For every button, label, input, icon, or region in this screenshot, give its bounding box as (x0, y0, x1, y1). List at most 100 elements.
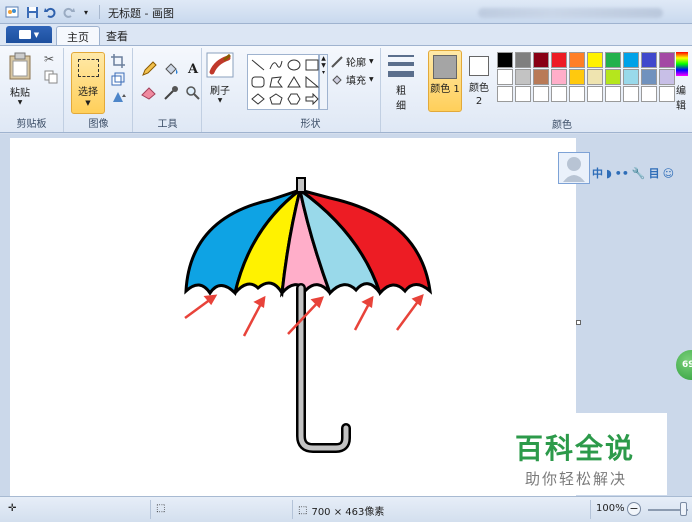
color-swatch[interactable] (587, 86, 603, 102)
undo-icon[interactable] (42, 4, 58, 20)
right-arrow-shape-icon[interactable] (304, 91, 320, 106)
paste-button[interactable]: 粘贴 ▼ (8, 52, 32, 106)
ime-bar: 中 ◗ •• 🔧 目 ☺ (592, 164, 674, 182)
color-swatch[interactable] (533, 69, 549, 85)
zoom-out-button[interactable]: − (627, 502, 641, 516)
color-swatch[interactable] (659, 52, 675, 68)
color-swatch[interactable] (569, 69, 585, 85)
color-swatch[interactable] (569, 86, 585, 102)
color-swatch[interactable] (659, 69, 675, 85)
divider (150, 500, 151, 519)
color-swatch[interactable] (641, 52, 657, 68)
color-swatch[interactable] (497, 86, 513, 102)
shapes-scroll-icon[interactable]: ▲ ▼ ▾ (319, 54, 328, 110)
color-swatch[interactable] (515, 52, 531, 68)
selection-size-icon: ⬚ (156, 503, 166, 514)
ime-smile-icon[interactable]: ☺ (663, 167, 674, 180)
color-swatch[interactable] (587, 69, 603, 85)
drawing-canvas[interactable] (10, 138, 576, 496)
watermark-title: 百科全说 (515, 432, 636, 465)
color-swatch[interactable] (515, 86, 531, 102)
shapes-group: ▲ ▼ ▾ 轮廓 ▼ 填充 ▼ 形状 (241, 48, 381, 132)
blurred-title-area (478, 8, 663, 18)
canvas-resize-handle[interactable] (576, 320, 581, 325)
color-swatch[interactable] (551, 69, 567, 85)
ime-chinese-icon[interactable]: 中 (592, 165, 603, 181)
edit-colors-button[interactable]: 编辑 (676, 52, 692, 112)
ime-wrench-icon[interactable]: 🔧 (632, 167, 646, 180)
fill-button[interactable]: 填充 ▼ (331, 72, 374, 87)
select-button[interactable]: 选择 ▼ (71, 52, 105, 114)
oval-shape-icon[interactable] (286, 57, 302, 72)
clipboard-icon (9, 52, 31, 80)
color2-button[interactable]: 颜色 2 (466, 50, 492, 112)
avatar[interactable] (558, 152, 590, 184)
ime-punct-icon[interactable]: •• (615, 167, 629, 180)
menu-icon (18, 30, 31, 39)
paste-label: 粘贴 (10, 88, 30, 99)
color-swatch[interactable] (533, 86, 549, 102)
diamond-shape-icon[interactable] (250, 91, 266, 106)
file-menu-button[interactable]: ▼ (6, 26, 52, 43)
color-swatch[interactable] (605, 86, 621, 102)
ime-doc-icon[interactable]: 目 (649, 165, 660, 181)
text-icon[interactable]: A (184, 60, 202, 78)
fill-bucket-icon[interactable] (162, 60, 180, 78)
line-shape-icon[interactable] (250, 57, 266, 72)
color-swatch[interactable] (569, 52, 585, 68)
color-swatch[interactable] (497, 69, 513, 85)
redo-icon[interactable] (60, 4, 76, 20)
crop-icon[interactable] (111, 54, 127, 70)
color-swatch[interactable] (641, 86, 657, 102)
tool-grid: A (140, 60, 202, 102)
fill-icon (332, 74, 342, 85)
size-button[interactable]: 粗细 (387, 52, 415, 112)
pencil-icon[interactable] (140, 60, 158, 78)
brushes-button[interactable]: 刷子 ▼ (206, 52, 234, 104)
color1-button[interactable]: 颜色 1 (428, 50, 462, 112)
color-swatch[interactable] (623, 69, 639, 85)
pentagon-shape-icon[interactable] (268, 91, 284, 106)
floating-badge[interactable]: 69 (676, 350, 692, 380)
color-swatch[interactable] (623, 86, 639, 102)
triangle-shape-icon[interactable] (286, 74, 302, 89)
watermark-subtitle: 助你轻松解决 (525, 470, 628, 488)
rectangle-shape-icon[interactable] (304, 57, 320, 72)
magnifier-icon[interactable] (184, 84, 202, 102)
color-swatch[interactable] (659, 86, 675, 102)
resize-icon[interactable] (111, 72, 127, 88)
eraser-icon[interactable] (140, 84, 158, 102)
color-swatch[interactable] (551, 52, 567, 68)
color-swatch[interactable] (605, 69, 621, 85)
save-icon[interactable] (24, 4, 40, 20)
outline-label: 轮廓 (346, 58, 366, 69)
polygon-shape-icon[interactable] (268, 74, 284, 89)
paint-app-icon[interactable] (5, 5, 19, 19)
tab-view[interactable]: 查看 (96, 26, 138, 45)
rotate-icon[interactable] (111, 90, 127, 106)
curve-shape-icon[interactable] (268, 57, 284, 72)
cut-icon[interactable]: ✂ (44, 52, 60, 68)
customize-toolbar-icon[interactable]: ▾ (78, 4, 94, 20)
outline-button[interactable]: 轮廓 ▼ (331, 54, 374, 69)
color-swatch[interactable] (605, 52, 621, 68)
color-swatch[interactable] (533, 52, 549, 68)
color-swatch[interactable] (515, 69, 531, 85)
right-triangle-shape-icon[interactable] (304, 74, 320, 89)
copy-icon[interactable] (44, 70, 60, 86)
color-picker-icon[interactable] (162, 84, 180, 102)
color-swatch[interactable] (623, 52, 639, 68)
color-swatch[interactable] (551, 86, 567, 102)
ime-moon-icon[interactable]: ◗ (606, 167, 612, 180)
divider (590, 500, 591, 519)
rounded-rectangle-shape-icon[interactable] (250, 74, 266, 89)
tab-home[interactable]: 主页 (56, 26, 100, 45)
chevron-down-icon: ▼ (369, 58, 374, 65)
status-bar: ✛ ⬚ ⬚ 700 × 463像素 100% − (0, 496, 692, 522)
color-swatch[interactable] (641, 69, 657, 85)
color-swatch[interactable] (587, 52, 603, 68)
title-bar: ▾ 无标题 - 画图 (0, 0, 692, 24)
zoom-slider-thumb[interactable] (680, 502, 687, 516)
color-swatch[interactable] (497, 52, 513, 68)
hexagon-shape-icon[interactable] (286, 91, 302, 106)
